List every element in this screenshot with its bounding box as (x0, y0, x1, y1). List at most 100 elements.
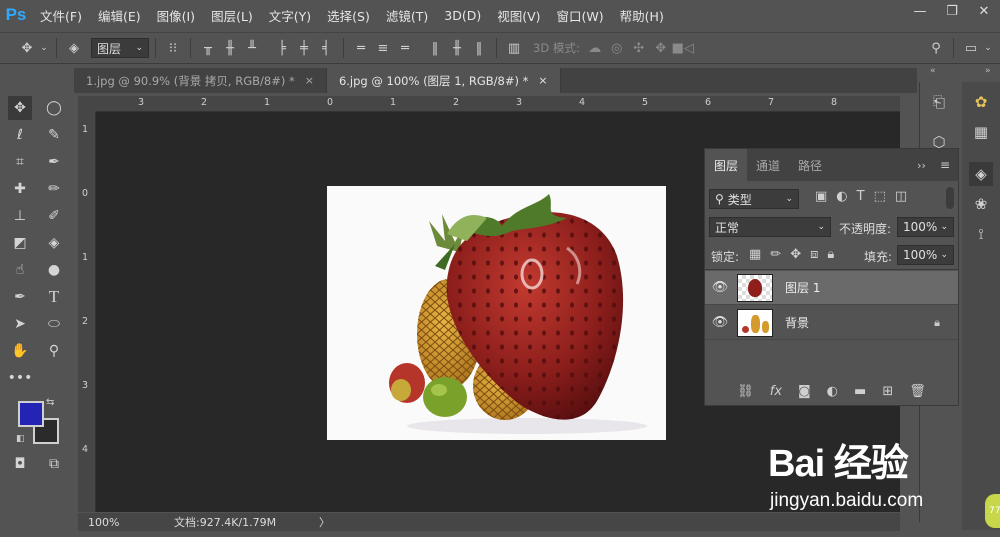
layer-name[interactable]: 图层 1 (785, 279, 820, 296)
brush-tool-icon[interactable]: ✏ (42, 177, 66, 201)
align-left-icon[interactable]: ╞ (271, 37, 293, 59)
quick-mask-icon[interactable]: ◘ (8, 452, 32, 476)
fill-input[interactable]: 100% ⌄ (897, 245, 954, 265)
tab-1jpg[interactable]: 1.jpg @ 90.9% (背景 拷贝, RGB/8#) * × (74, 68, 327, 93)
zoom-tool-icon[interactable]: ⚲ (42, 339, 66, 363)
restore-button[interactable]: ❐ (936, 0, 968, 22)
close-icon[interactable]: × (538, 74, 547, 87)
dodge-tool-icon[interactable]: ● (42, 258, 66, 282)
adjustment-layer-icon[interactable]: ◐ (827, 384, 838, 399)
link-layers-icon[interactable]: ⛓ (737, 384, 754, 399)
auto-align-icon[interactable]: ▥ (503, 37, 525, 59)
align-top-icon[interactable]: ╥ (197, 37, 219, 59)
visibility-eye-icon[interactable]: 👁︎ (705, 280, 735, 295)
menu-filter[interactable]: 滤镜(T) (378, 6, 436, 25)
expand-dock-icon[interactable]: » (985, 66, 991, 76)
screen-mode-icon[interactable]: ⧉ (42, 452, 66, 476)
align-bottom-icon[interactable]: ╨ (241, 37, 263, 59)
3d-slide-icon[interactable]: ✥ (650, 37, 672, 59)
add-mask-icon[interactable]: ◙ (798, 384, 811, 399)
menu-help[interactable]: 帮助(H) (612, 6, 672, 25)
menu-view[interactable]: 视图(V) (489, 6, 548, 25)
distribute-left-icon[interactable]: ‖ (424, 37, 446, 59)
history-brush-icon[interactable]: ✐ (42, 204, 66, 228)
eyedropper-tool-icon[interactable]: ✒ (42, 150, 66, 174)
blend-mode-dropdown[interactable]: 正常 ⌄ (709, 217, 831, 237)
new-group-folder-icon[interactable]: ▬ (854, 384, 866, 399)
tab-layers[interactable]: 图层 (705, 149, 748, 181)
swap-colors-icon[interactable]: ⇆ (46, 397, 54, 408)
paths-icon[interactable]: ⟟ (969, 222, 993, 246)
collapse-panel-icon[interactable]: ›› (911, 149, 932, 181)
hand-tool-icon[interactable]: ✋ (8, 339, 32, 363)
menu-layer[interactable]: 图层(L) (203, 6, 261, 25)
lock-all-icon[interactable]: 🔒︎ (827, 247, 834, 262)
3d-rotate-icon[interactable]: ☁ (584, 37, 606, 59)
marquee-tool-icon[interactable]: ◯ (42, 96, 66, 120)
close-icon[interactable]: × (305, 74, 314, 87)
lock-position-icon[interactable]: ✥ (790, 247, 801, 262)
type-filter-icon[interactable]: T (857, 189, 865, 204)
tab-paths[interactable]: 路径 (789, 149, 831, 181)
3d-scale-icon[interactable]: ■◁ (672, 37, 694, 59)
tab-channels[interactable]: 通道 (747, 149, 789, 181)
delete-layer-icon[interactable]: 🗑︎ (909, 384, 926, 399)
menu-type[interactable]: 文字(Y) (261, 6, 319, 25)
search-icon[interactable]: ⚲ (925, 37, 947, 59)
new-layer-icon[interactable]: ⊞ (882, 384, 893, 399)
chevron-down-icon[interactable]: ⌄ (38, 37, 50, 59)
distribute-top-icon[interactable]: ═ (350, 37, 372, 59)
layer-filter-dropdown[interactable]: ⚲ 类型 ⌄ (709, 189, 799, 209)
smart-object-filter-icon[interactable]: ◫ (895, 189, 907, 204)
menu-file[interactable]: 文件(F) (32, 6, 90, 25)
lock-pixels-icon[interactable]: ✏ (770, 247, 781, 262)
move-tool-icon[interactable]: ✥ (16, 37, 38, 59)
distribute-vcenter-icon[interactable]: ≡ (372, 37, 394, 59)
swatches-grid-icon[interactable]: ▦ (969, 120, 993, 144)
ellipse-tool-icon[interactable]: ⬭ (42, 312, 66, 336)
eraser-tool-icon[interactable]: ◩ (8, 231, 32, 255)
menu-3d[interactable]: 3D(D) (436, 8, 489, 23)
menu-window[interactable]: 窗口(W) (549, 6, 612, 25)
lock-transparent-icon[interactable]: ▦ (749, 247, 761, 262)
quick-select-tool-icon[interactable]: ✎ (42, 123, 66, 147)
align-right-icon[interactable]: ╡ (315, 37, 337, 59)
visibility-eye-icon[interactable]: 👁︎ (705, 315, 735, 330)
distribute-hcenter-icon[interactable]: ╫ (446, 37, 468, 59)
path-select-icon[interactable]: ➤ (8, 312, 32, 336)
layer-name[interactable]: 背景 (785, 314, 809, 331)
type-tool-icon[interactable]: T (42, 285, 66, 309)
panel-menu-icon[interactable]: ≡ (932, 149, 958, 181)
transform-controls-icon[interactable]: ⁝⁝ (162, 37, 184, 59)
minimize-button[interactable]: — (904, 0, 936, 22)
align-vcenter-icon[interactable]: ╫ (219, 37, 241, 59)
close-window-button[interactable]: ✕ (968, 0, 1000, 22)
auto-select-dropdown[interactable]: 图层 ⌄ (91, 38, 149, 58)
default-colors-icon[interactable]: ◧ (16, 434, 25, 444)
tab-6jpg[interactable]: 6.jpg @ 100% (图层 1, RGB/8#) * × (326, 68, 561, 93)
chevron-down-icon[interactable]: ⌄ (982, 37, 994, 59)
status-menu-arrow[interactable]: 〉 (319, 514, 330, 530)
document-image[interactable] (327, 186, 666, 440)
lock-artboard-icon[interactable]: ⧈ (810, 247, 818, 262)
zoom-level[interactable]: 100% (88, 516, 160, 529)
3d-roll-icon[interactable]: ◎ (606, 37, 628, 59)
paint-bucket-icon[interactable]: ◈ (42, 231, 66, 255)
3d-pan-icon[interactable]: ✣ (628, 37, 650, 59)
more-tools-icon[interactable]: ••• (8, 366, 33, 390)
layer-row-background[interactable]: 👁︎ 背景 🔒︎ (705, 306, 958, 340)
move-tool-icon[interactable]: ✥ (8, 96, 32, 120)
filter-toggle[interactable] (946, 187, 954, 209)
menu-image[interactable]: 图像(I) (149, 6, 203, 25)
clone-stamp-icon[interactable]: ⊥ (8, 204, 32, 228)
auto-select-icon[interactable]: ◈ (63, 37, 85, 59)
distribute-bottom-icon[interactable]: ═ (394, 37, 416, 59)
layer-style-fx-icon[interactable]: fx (770, 384, 782, 399)
color-palette-icon[interactable]: ✿ (969, 90, 993, 114)
history-icon[interactable]: ⎗ (927, 90, 951, 114)
adjustment-filter-icon[interactable]: ◐ (836, 189, 847, 204)
workspace-icon[interactable]: ▭ (960, 37, 982, 59)
layers-icon[interactable]: ◈ (969, 162, 993, 186)
menu-edit[interactable]: 编辑(E) (90, 6, 149, 25)
menu-select[interactable]: 选择(S) (319, 6, 378, 25)
